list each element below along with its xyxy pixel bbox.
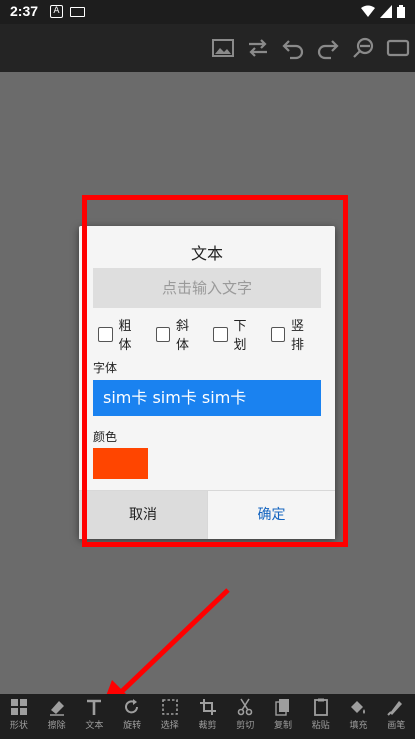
tool-cut[interactable]: 剪切 — [226, 694, 264, 739]
tool-label: 选择 — [160, 721, 179, 731]
ok-button[interactable]: 确定 — [207, 491, 335, 539]
text-input[interactable]: 点击输入文字 — [93, 268, 321, 308]
bold-checkbox[interactable] — [98, 326, 113, 342]
eraser-icon — [48, 698, 66, 716]
italic-option[interactable]: 斜体 — [155, 319, 202, 353]
crop-icon — [199, 698, 217, 716]
redo-icon[interactable] — [316, 36, 340, 60]
tool-label: 填充 — [349, 721, 368, 731]
bold-label: 粗体 — [118, 319, 132, 353]
image-icon[interactable] — [211, 36, 235, 60]
vertical-checkbox[interactable] — [270, 326, 285, 342]
style-options: 粗体 斜体 下划 竖排 — [98, 319, 328, 353]
tool-label: 文本 — [85, 721, 104, 731]
bottom-toolbar: 形状 擦除 文本 旋转 选择 裁剪 剪切 复制 粘贴 填充 画笔 — [0, 694, 415, 739]
brush-icon — [387, 698, 405, 716]
font-selector[interactable]: sim卡 sim卡 sim卡 — [93, 380, 321, 416]
fill-icon — [349, 698, 367, 716]
undo-icon[interactable] — [281, 36, 305, 60]
tool-label: 擦除 — [47, 721, 66, 731]
tool-label: 形状 — [9, 721, 28, 731]
color-label: 颜色 — [93, 430, 118, 444]
vertical-option[interactable]: 竖排 — [270, 319, 317, 353]
tool-erase[interactable]: 擦除 — [38, 694, 76, 739]
notification-a-icon: A — [50, 5, 63, 18]
paste-icon — [312, 698, 330, 716]
tool-shape[interactable]: 形状 — [0, 694, 38, 739]
signal-icon — [380, 5, 392, 18]
keyboard-icon — [70, 7, 85, 17]
tool-copy[interactable]: 复制 — [264, 694, 302, 739]
battery-icon — [397, 5, 405, 18]
tool-label: 旋转 — [123, 721, 142, 731]
tool-select[interactable]: 选择 — [151, 694, 189, 739]
tool-label: 画笔 — [387, 721, 406, 731]
cancel-button[interactable]: 取消 — [79, 491, 207, 539]
status-icons — [361, 5, 405, 18]
grid-icon — [10, 698, 28, 716]
text-dialog: 文本 点击输入文字 粗体 斜体 下划 竖排 字体 sim卡 sim卡 sim卡 … — [79, 226, 335, 539]
tool-label: 裁剪 — [198, 721, 217, 731]
underline-checkbox[interactable] — [213, 326, 228, 342]
tool-label: 粘贴 — [311, 721, 330, 731]
copy-icon — [274, 698, 292, 716]
tool-label: 复制 — [274, 721, 293, 731]
tool-paste[interactable]: 粘贴 — [302, 694, 340, 739]
rotate-icon — [123, 698, 141, 716]
top-toolbar — [0, 24, 415, 72]
underline-label: 下划 — [233, 319, 247, 353]
tool-brush[interactable]: 画笔 — [377, 694, 415, 739]
italic-label: 斜体 — [176, 319, 190, 353]
tool-crop[interactable]: 裁剪 — [189, 694, 227, 739]
status-bar: 2:37 A — [0, 0, 415, 24]
cut-icon — [236, 698, 254, 716]
bold-option[interactable]: 粗体 — [98, 319, 144, 353]
text-icon — [85, 698, 103, 716]
color-swatch[interactable] — [93, 448, 148, 479]
tool-label: 剪切 — [236, 721, 255, 731]
fullscreen-icon[interactable] — [386, 36, 410, 60]
select-icon — [161, 698, 179, 716]
zoom-out-icon[interactable] — [351, 36, 375, 60]
vertical-label: 竖排 — [291, 319, 305, 353]
swap-icon[interactable] — [246, 36, 270, 60]
italic-checkbox[interactable] — [155, 326, 170, 342]
tool-text[interactable]: 文本 — [75, 694, 113, 739]
tool-rotate[interactable]: 旋转 — [113, 694, 151, 739]
underline-option[interactable]: 下划 — [213, 319, 259, 353]
status-time: 2:37 — [10, 3, 39, 19]
dialog-buttons: 取消 确定 — [79, 490, 335, 539]
tool-fill[interactable]: 填充 — [340, 694, 378, 739]
wifi-icon — [361, 5, 375, 17]
font-label: 字体 — [93, 361, 118, 375]
dialog-title: 文本 — [190, 244, 223, 263]
